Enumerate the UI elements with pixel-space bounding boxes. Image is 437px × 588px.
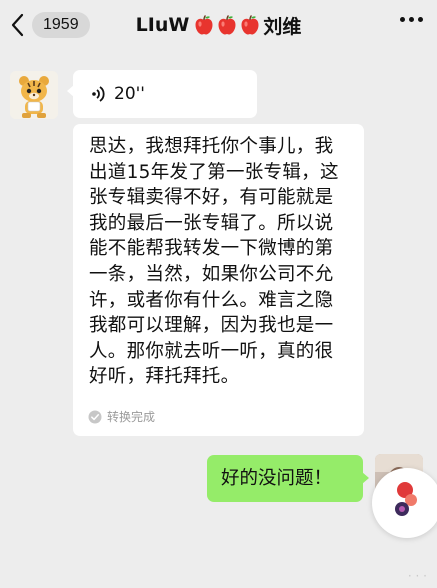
chat-title-name: LIuW [135, 14, 190, 36]
tiger-avatar-icon [10, 71, 58, 119]
chat-header: 1959 LIuW 刘维 [0, 0, 437, 50]
sent-message-bubble[interactable]: 好的没问题！ [207, 455, 369, 502]
voice-transcript-bubble[interactable]: 思达，我想拜托你个事儿，我出道15年发了第一张专辑，这张专辑卖得不好，有可能就是… [73, 124, 364, 436]
apple-icon [195, 15, 213, 35]
check-circle-icon [88, 410, 102, 423]
voice-wave-icon [92, 86, 105, 102]
chat-title: LIuW 刘维 [0, 10, 437, 40]
contact-avatar[interactable] [10, 71, 58, 119]
apple-icon [241, 15, 259, 35]
voice-duration: 20'' [114, 84, 145, 104]
more-options-icon[interactable] [400, 17, 423, 22]
transcript-text: 思达，我想拜托你个事儿，我出道15年发了第一张专辑，这张专辑卖得不好，有可能就是… [89, 136, 339, 388]
conversion-status: 转换完成 [88, 408, 155, 425]
floating-widget-icon [395, 482, 417, 516]
sent-message-text: 好的没问题！ [221, 468, 333, 489]
voice-message[interactable]: 20'' [67, 70, 257, 118]
apple-icon [218, 15, 236, 35]
chat-title-suffix: 刘维 [263, 15, 302, 38]
floating-widget[interactable] [372, 468, 437, 538]
conversion-status-label: 转换完成 [107, 410, 156, 424]
watermark: · · · [407, 569, 427, 583]
